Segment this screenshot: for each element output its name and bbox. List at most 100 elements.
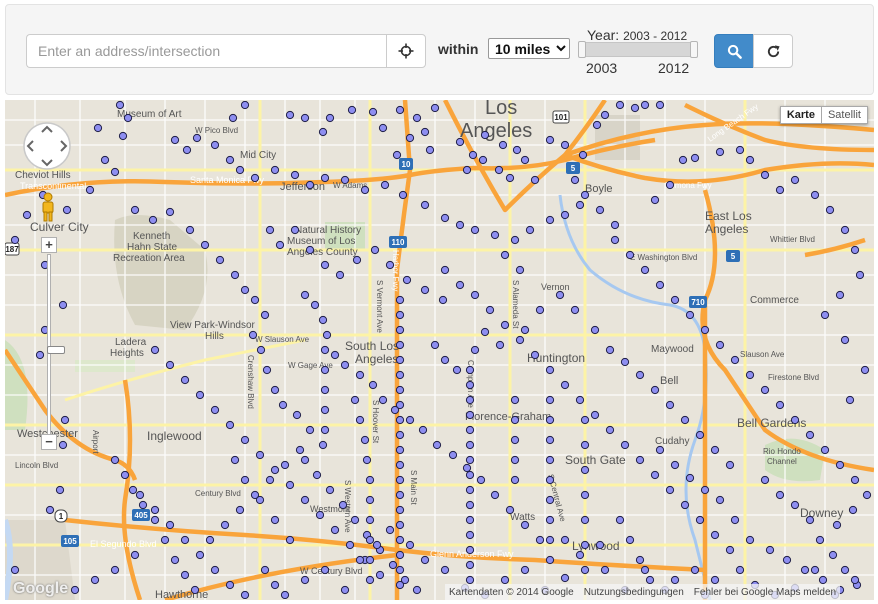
incident-marker[interactable] xyxy=(138,500,148,510)
incident-marker[interactable] xyxy=(850,475,860,485)
incident-marker[interactable] xyxy=(615,515,625,525)
incident-marker[interactable] xyxy=(365,575,375,585)
incident-marker[interactable] xyxy=(828,550,838,560)
incident-marker[interactable] xyxy=(440,355,450,365)
incident-marker[interactable] xyxy=(205,535,215,545)
incident-marker[interactable] xyxy=(760,475,770,485)
incident-marker[interactable] xyxy=(352,255,362,265)
incident-marker[interactable] xyxy=(395,430,405,440)
incident-marker[interactable] xyxy=(510,395,520,405)
incident-marker[interactable] xyxy=(468,150,478,160)
incident-marker[interactable] xyxy=(515,265,525,275)
incident-marker[interactable] xyxy=(575,550,585,560)
incident-marker[interactable] xyxy=(365,495,375,505)
incident-marker[interactable] xyxy=(465,425,475,435)
incident-marker[interactable] xyxy=(465,575,475,585)
incident-marker[interactable] xyxy=(225,580,235,590)
zoom-out-button[interactable]: − xyxy=(41,434,57,450)
incident-marker[interactable] xyxy=(362,455,372,465)
incident-marker[interactable] xyxy=(655,445,665,455)
incident-marker[interactable] xyxy=(300,113,310,123)
incident-marker[interactable] xyxy=(278,400,288,410)
incident-marker[interactable] xyxy=(120,470,130,480)
incident-marker[interactable] xyxy=(395,550,405,560)
incident-marker[interactable] xyxy=(625,535,635,545)
incident-marker[interactable] xyxy=(645,575,655,585)
incident-marker[interactable] xyxy=(300,290,310,300)
incident-marker[interactable] xyxy=(388,560,398,570)
incident-marker[interactable] xyxy=(520,155,530,165)
incident-marker[interactable] xyxy=(810,190,820,200)
incident-marker[interactable] xyxy=(745,155,755,165)
incident-marker[interactable] xyxy=(395,460,405,470)
map-type-karte-button[interactable]: Karte xyxy=(779,106,822,124)
incident-marker[interactable] xyxy=(735,145,745,155)
incident-marker[interactable] xyxy=(835,290,845,300)
incident-marker[interactable] xyxy=(110,455,120,465)
incident-marker[interactable] xyxy=(605,425,615,435)
incident-marker[interactable] xyxy=(545,215,555,225)
incident-marker[interactable] xyxy=(330,350,340,360)
incident-marker[interactable] xyxy=(398,190,408,200)
incident-marker[interactable] xyxy=(832,520,842,530)
incident-marker[interactable] xyxy=(195,390,205,400)
incident-marker[interactable] xyxy=(478,155,488,165)
incident-marker[interactable] xyxy=(290,170,300,180)
incident-marker[interactable] xyxy=(200,240,210,250)
incident-marker[interactable] xyxy=(265,225,275,235)
incident-marker[interactable] xyxy=(320,425,330,435)
incident-marker[interactable] xyxy=(485,305,495,315)
incident-marker[interactable] xyxy=(782,555,792,565)
incident-marker[interactable] xyxy=(448,450,458,460)
incident-marker[interactable] xyxy=(710,445,720,455)
incident-marker[interactable] xyxy=(320,385,330,395)
zoom-in-button[interactable]: + xyxy=(41,237,57,253)
incident-marker[interactable] xyxy=(395,490,405,500)
incident-marker[interactable] xyxy=(182,145,192,155)
incident-marker[interactable] xyxy=(210,405,220,415)
incident-marker[interactable] xyxy=(320,565,330,575)
incident-marker[interactable] xyxy=(640,265,650,275)
incident-marker[interactable] xyxy=(128,485,138,495)
incident-marker[interactable] xyxy=(685,473,695,483)
incident-marker[interactable] xyxy=(615,100,625,110)
incident-marker[interactable] xyxy=(525,225,535,235)
year-slider-max-handle[interactable] xyxy=(690,41,698,58)
incident-marker[interactable] xyxy=(555,290,565,300)
incident-marker[interactable] xyxy=(90,575,100,585)
incident-marker[interactable] xyxy=(545,455,555,465)
incident-marker[interactable] xyxy=(395,565,405,575)
incident-marker[interactable] xyxy=(580,540,590,550)
incident-marker[interactable] xyxy=(580,490,590,500)
incident-marker[interactable] xyxy=(250,173,260,183)
incident-marker[interactable] xyxy=(570,305,580,315)
incident-marker[interactable] xyxy=(650,385,660,395)
incident-marker[interactable] xyxy=(510,455,520,465)
incident-marker[interactable] xyxy=(465,365,475,375)
crime-map[interactable]: Los Angeles Museum of Art W Pico Blvd Ch… xyxy=(5,100,874,600)
incident-marker[interactable] xyxy=(355,370,365,380)
address-search-input[interactable] xyxy=(26,34,386,68)
incident-marker[interactable] xyxy=(395,580,405,590)
incident-marker[interactable] xyxy=(465,470,475,480)
incident-marker[interactable] xyxy=(325,485,335,495)
incident-marker[interactable] xyxy=(338,500,348,510)
incident-marker[interactable] xyxy=(270,465,280,475)
pan-control[interactable] xyxy=(22,121,72,171)
incident-marker[interactable] xyxy=(10,235,20,245)
incident-marker[interactable] xyxy=(192,133,202,143)
incident-marker[interactable] xyxy=(405,415,415,425)
incident-marker[interactable] xyxy=(290,225,300,235)
incident-marker[interactable] xyxy=(570,175,580,185)
incident-marker[interactable] xyxy=(300,495,310,505)
incident-marker[interactable] xyxy=(58,300,68,310)
incident-marker[interactable] xyxy=(655,100,665,110)
incident-marker[interactable] xyxy=(300,575,310,585)
incident-marker[interactable] xyxy=(715,147,725,157)
incident-marker[interactable] xyxy=(775,185,785,195)
incident-marker[interactable] xyxy=(370,245,380,255)
incident-marker[interactable] xyxy=(240,475,250,485)
incident-marker[interactable] xyxy=(805,430,815,440)
incident-marker[interactable] xyxy=(580,565,590,575)
incident-marker[interactable] xyxy=(365,555,375,565)
